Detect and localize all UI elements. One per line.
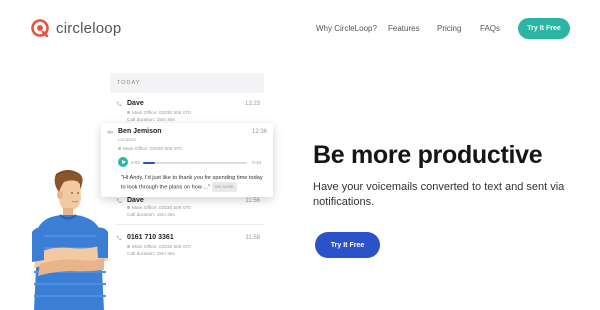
phone-icon <box>116 235 122 241</box>
call-row[interactable]: 0161 710 3361 11:58 Main Office: 03330 5… <box>110 231 264 263</box>
call-time: 11:56 <box>245 198 260 204</box>
call-duration: Call duration: 15m 3ss <box>127 213 175 218</box>
call-row[interactable]: Dave 13:23 Main Office: 03330 506 070 Ca… <box>110 93 264 127</box>
playback-elapsed: 0:03 <box>131 160 140 165</box>
call-office: Main Office: 03330 506 070 <box>127 111 191 116</box>
man-illustration <box>32 170 108 310</box>
call-office: Main Office: 03330 506 070 <box>127 245 191 250</box>
caller-name: Dave <box>127 197 144 204</box>
voicemail-time: 12:36 <box>251 129 267 135</box>
call-duration: Call duration: 15m 3ss <box>127 252 175 257</box>
call-office: Main Office: 03330 506 070 <box>127 206 191 211</box>
nav-pricing[interactable]: Pricing <box>437 24 461 33</box>
voicemail-caller-name: Ben Jemison <box>118 128 162 135</box>
row-divider <box>116 224 264 225</box>
call-time: 13:23 <box>244 101 260 107</box>
circleloop-logo-icon <box>31 19 49 38</box>
phone-icon <box>116 198 122 204</box>
hero-try-free-button[interactable]: Try It Free <box>315 232 380 258</box>
section-label: TODAY <box>110 73 264 93</box>
location-pin-icon <box>118 147 121 151</box>
voicemail-office: Main Office: 03330 506 070 <box>118 147 182 152</box>
playback-total: 0:16 <box>252 160 261 165</box>
location-pin-icon <box>127 245 130 249</box>
brand-logo[interactable]: circleloop <box>30 18 121 38</box>
nav-try-free-button[interactable]: Try It Free <box>518 18 570 39</box>
voicemail-card[interactable]: Ben Jemison 12:36 Location Main Office: … <box>101 123 273 197</box>
location-pin-icon <box>127 206 130 210</box>
voicemail-location: Location <box>118 138 137 143</box>
play-button[interactable] <box>118 157 128 167</box>
nav-why-circleloop[interactable]: Why CircleLoop? <box>316 24 377 33</box>
location-pin-icon <box>127 111 130 115</box>
caller-name: 0161 710 3361 <box>127 234 174 241</box>
call-time: 11:58 <box>245 235 260 241</box>
phone-icon <box>116 101 122 107</box>
see-more-button[interactable]: SEE MORE <box>211 182 237 192</box>
brand-name: circleloop <box>56 19 122 37</box>
nav-features[interactable]: Features <box>388 24 420 33</box>
top-nav: circleloop Why CircleLoop? Features Pric… <box>0 0 600 58</box>
voicemail-icon <box>107 130 113 134</box>
transcript-text: "Hi Andy, I'd just like to thank you for… <box>121 175 263 191</box>
playback-progress-bar[interactable] <box>143 162 247 164</box>
call-row[interactable]: Dave 11:56 Main Office: 03330 506 070 Ca… <box>110 197 264 231</box>
hero-subtitle: Have your voicemails converted to text a… <box>313 181 565 208</box>
playback-progress-fill <box>143 162 156 164</box>
nav-faqs[interactable]: FAQs <box>480 24 500 33</box>
voicemail-transcript: "Hi Andy, I'd just like to thank you for… <box>121 174 266 192</box>
caller-name: Dave <box>127 100 144 107</box>
hero-title: Be more productive <box>313 141 543 169</box>
